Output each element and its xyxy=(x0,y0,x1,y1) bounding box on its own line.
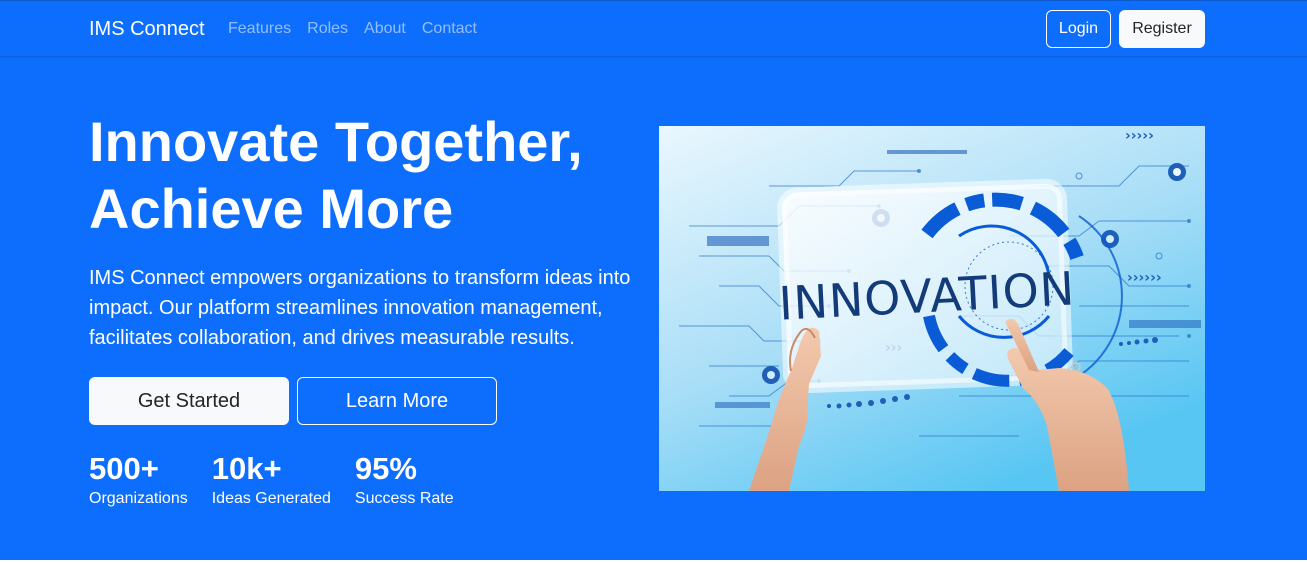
stat-value: 500+ xyxy=(89,451,159,486)
hero-title-line-1: Innovate Together, xyxy=(89,110,583,173)
login-button[interactable]: Login xyxy=(1046,10,1111,48)
nav-link-roles[interactable]: Roles xyxy=(307,19,348,39)
stats-row: 500+ Organizations 10k+ Ideas Generated … xyxy=(89,450,454,510)
brand-logo-link[interactable]: IMS Connect xyxy=(89,17,205,41)
stat-label: Organizations xyxy=(89,490,188,507)
hero-title: Innovate Together, Achieve More xyxy=(89,108,649,242)
nav-link-about[interactable]: About xyxy=(364,19,406,39)
hero-title-line-2: Achieve More xyxy=(89,177,454,240)
stat-label: Success Rate xyxy=(354,490,454,507)
get-started-button[interactable]: Get Started xyxy=(89,377,289,425)
hero-innovation-image: ››››› ›››››› ››› xyxy=(659,126,1205,491)
stat-value: 95% xyxy=(354,451,417,486)
stat-label: Ideas Generated xyxy=(211,490,331,507)
svg-text:›››››: ››››› xyxy=(1125,128,1154,144)
nav-link-features[interactable]: Features xyxy=(228,19,291,39)
register-button[interactable]: Register xyxy=(1119,10,1205,48)
nav-links: Features Roles About Contact xyxy=(228,19,477,39)
stat-ideas: 10k+ Ideas Generated xyxy=(212,450,331,510)
learn-more-button[interactable]: Learn More xyxy=(297,377,497,425)
nav-link-contact[interactable]: Contact xyxy=(422,19,477,39)
navbar: IMS Connect Features Roles About Contact… xyxy=(0,1,1307,57)
stat-organizations: 500+ Organizations xyxy=(89,450,188,510)
stat-success-rate: 95% Success Rate xyxy=(355,450,454,510)
hero-lead-text: IMS Connect empowers organizations to tr… xyxy=(89,267,631,349)
svg-text:››››››: ›››››› xyxy=(1127,270,1162,286)
stat-value: 10k+ xyxy=(211,451,282,486)
